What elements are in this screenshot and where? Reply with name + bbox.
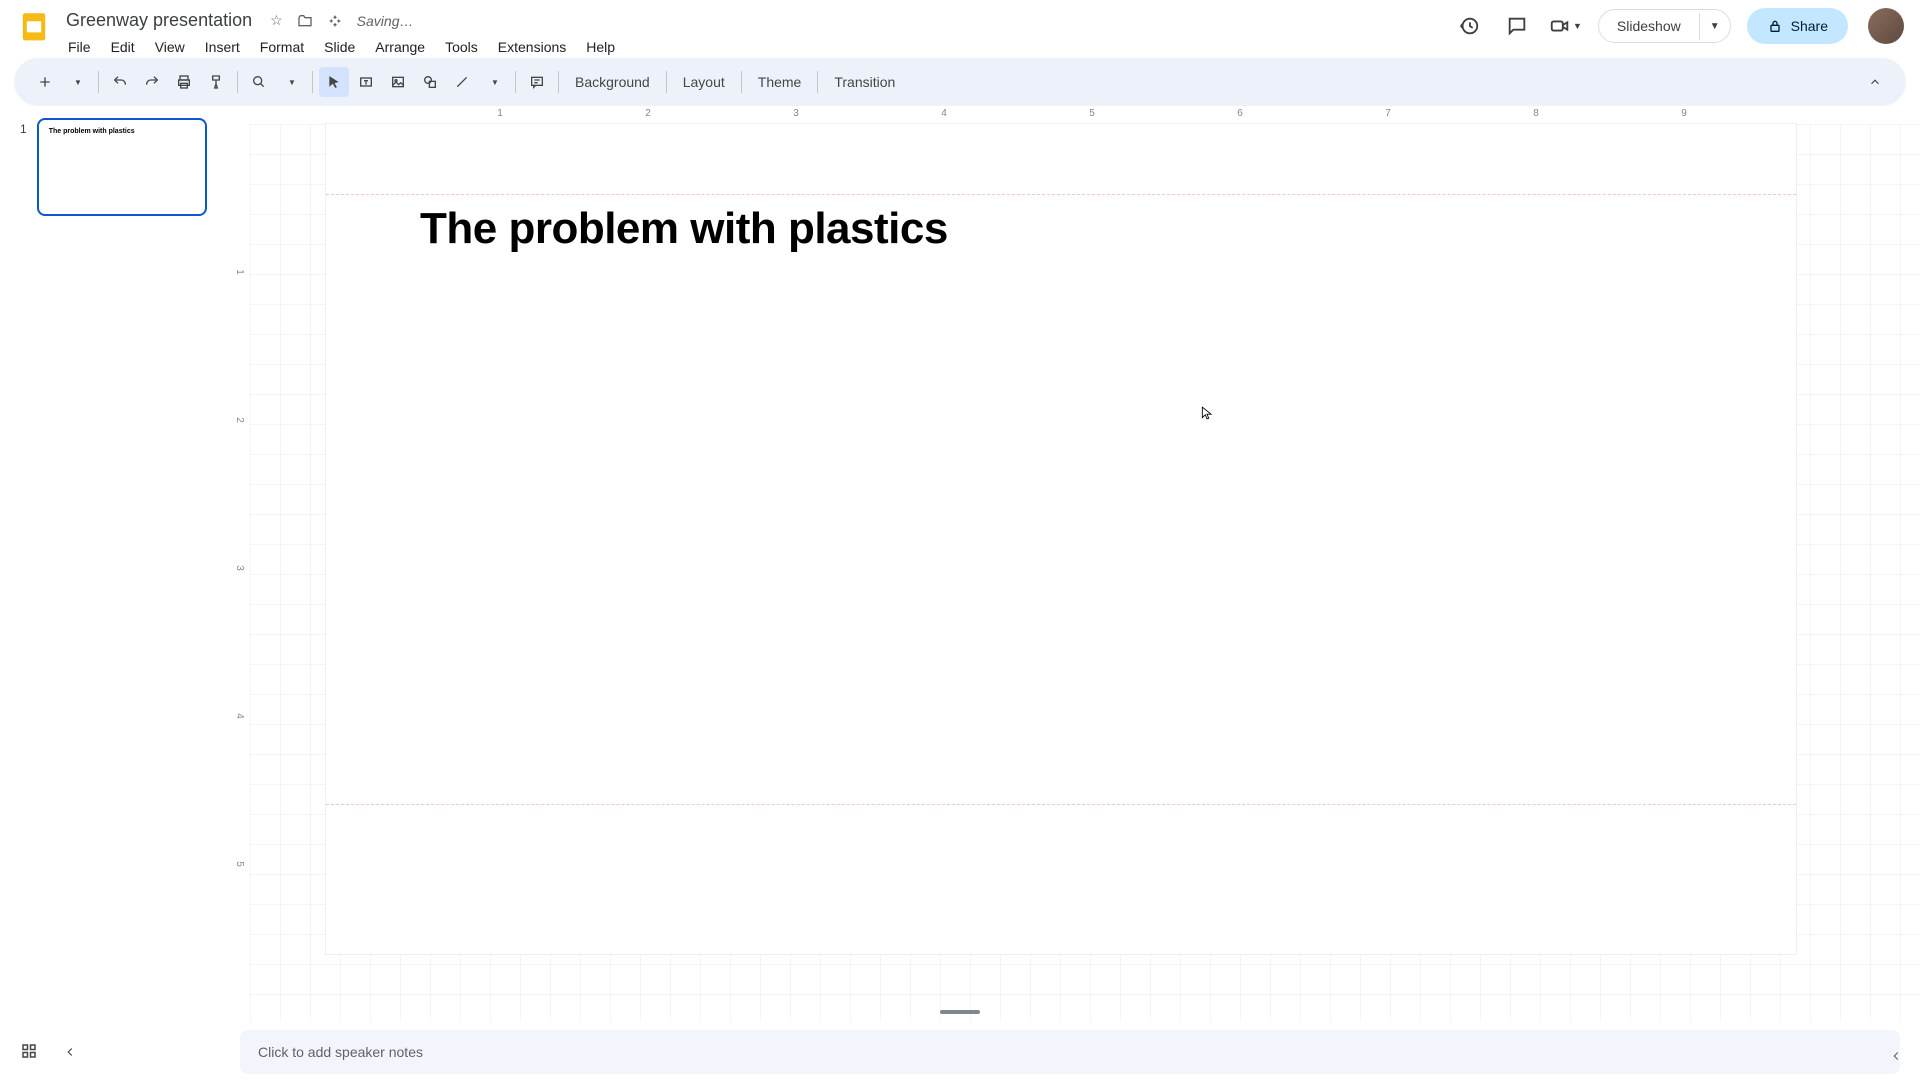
document-title[interactable]: Greenway presentation bbox=[60, 8, 258, 33]
line-tool[interactable] bbox=[447, 67, 477, 97]
bottom-bar: Click to add speaker notes bbox=[0, 1022, 1920, 1082]
vertical-ruler[interactable]: 1 2 3 4 5 bbox=[230, 124, 250, 1022]
ruler-tick: 1 bbox=[497, 108, 503, 119]
background-button[interactable]: Background bbox=[565, 74, 660, 90]
meet-icon[interactable]: ▼ bbox=[1549, 10, 1582, 42]
select-tool[interactable] bbox=[319, 67, 349, 97]
margin-guide-bottom bbox=[326, 804, 1796, 805]
menu-extensions[interactable]: Extensions bbox=[490, 35, 574, 59]
thumbnail-title: The problem with plastics bbox=[49, 128, 195, 135]
undo-button[interactable] bbox=[105, 67, 135, 97]
menu-format[interactable]: Format bbox=[252, 35, 312, 59]
menu-slide[interactable]: Slide bbox=[316, 35, 363, 59]
menu-file[interactable]: File bbox=[60, 35, 99, 59]
explore-icon[interactable] bbox=[1882, 1042, 1910, 1070]
slide-title-text[interactable]: The problem with plastics bbox=[420, 204, 948, 254]
paint-format-button[interactable] bbox=[201, 67, 231, 97]
menu-edit[interactable]: Edit bbox=[103, 35, 143, 59]
thumbnail-number: 1 bbox=[20, 122, 27, 136]
theme-button[interactable]: Theme bbox=[748, 74, 812, 90]
ruler-tick: 1 bbox=[234, 269, 245, 275]
ruler-tick: 5 bbox=[1089, 108, 1095, 119]
toolbar: ▼ ▼ ▼ Background Layout Theme Transition bbox=[14, 58, 1906, 106]
chevron-left-icon[interactable] bbox=[60, 1042, 80, 1062]
title-area: Greenway presentation ☆ Saving… File Edi… bbox=[60, 8, 1453, 59]
ruler-tick: 2 bbox=[234, 417, 245, 423]
separator bbox=[558, 71, 559, 93]
ruler-tick: 2 bbox=[645, 108, 651, 119]
grid-view-icon[interactable] bbox=[20, 1042, 40, 1062]
header-bar: Greenway presentation ☆ Saving… File Edi… bbox=[0, 0, 1920, 56]
ruler-tick: 7 bbox=[1385, 108, 1391, 119]
print-button[interactable] bbox=[169, 67, 199, 97]
textbox-tool[interactable] bbox=[351, 67, 381, 97]
account-avatar[interactable] bbox=[1868, 8, 1904, 44]
shape-tool[interactable] bbox=[415, 67, 445, 97]
margin-guide-top bbox=[326, 194, 1796, 195]
slideshow-button-group: Slideshow ▼ bbox=[1598, 9, 1731, 43]
speaker-notes-input[interactable]: Click to add speaker notes bbox=[240, 1030, 1900, 1074]
menu-arrange[interactable]: Arrange bbox=[367, 35, 433, 59]
redo-button[interactable] bbox=[137, 67, 167, 97]
zoom-dropdown[interactable]: ▼ bbox=[276, 67, 306, 97]
move-icon[interactable] bbox=[297, 13, 313, 29]
slideshow-button[interactable]: Slideshow bbox=[1599, 10, 1699, 42]
ruler-tick: 4 bbox=[941, 108, 947, 119]
slideshow-dropdown[interactable]: ▼ bbox=[1699, 13, 1730, 40]
separator bbox=[237, 71, 238, 93]
comment-tool[interactable] bbox=[522, 67, 552, 97]
separator bbox=[515, 71, 516, 93]
slide-canvas[interactable]: The problem with plastics bbox=[326, 124, 1796, 954]
menu-bar: File Edit View Insert Format Slide Arran… bbox=[60, 35, 1453, 59]
menu-view[interactable]: View bbox=[147, 35, 193, 59]
menu-insert[interactable]: Insert bbox=[197, 35, 248, 59]
thumbnail-row: 1 The problem with plastics bbox=[20, 118, 210, 216]
separator bbox=[741, 71, 742, 93]
ruler-tick: 5 bbox=[234, 861, 245, 867]
ruler-tick: 4 bbox=[234, 713, 245, 719]
transition-button[interactable]: Transition bbox=[824, 74, 905, 90]
notes-resize-handle[interactable] bbox=[940, 1010, 980, 1014]
menu-help[interactable]: Help bbox=[578, 35, 623, 59]
ruler-tick: 9 bbox=[1681, 108, 1687, 119]
slides-logo[interactable] bbox=[16, 8, 52, 44]
cloud-status-icon[interactable] bbox=[327, 13, 343, 29]
horizontal-ruler[interactable]: 1 2 3 4 5 6 7 8 9 bbox=[250, 106, 1920, 124]
thumbnail-panel[interactable]: 1 The problem with plastics bbox=[0, 106, 230, 1022]
history-icon[interactable] bbox=[1453, 10, 1485, 42]
line-dropdown[interactable]: ▼ bbox=[479, 67, 509, 97]
ruler-tick: 3 bbox=[234, 565, 245, 571]
menu-tools[interactable]: Tools bbox=[437, 35, 486, 59]
save-status: Saving… bbox=[357, 13, 414, 29]
workspace: 1 The problem with plastics 1 2 3 4 5 6 … bbox=[0, 106, 1920, 1022]
separator bbox=[312, 71, 313, 93]
mouse-cursor-icon bbox=[1200, 404, 1214, 422]
zoom-button[interactable] bbox=[244, 67, 274, 97]
canvas-area[interactable]: 1 2 3 4 5 6 7 8 9 1 2 3 4 5 The problem … bbox=[230, 106, 1920, 1022]
share-label: Share bbox=[1791, 18, 1828, 34]
share-button[interactable]: Share bbox=[1747, 8, 1848, 44]
image-tool[interactable] bbox=[383, 67, 413, 97]
new-slide-button[interactable] bbox=[30, 67, 60, 97]
layout-button[interactable]: Layout bbox=[673, 74, 735, 90]
separator bbox=[666, 71, 667, 93]
star-icon[interactable]: ☆ bbox=[270, 12, 283, 29]
collapse-toolbar-icon[interactable] bbox=[1860, 67, 1890, 97]
ruler-tick: 8 bbox=[1533, 108, 1539, 119]
ruler-tick: 3 bbox=[793, 108, 799, 119]
new-slide-dropdown[interactable]: ▼ bbox=[62, 67, 92, 97]
header-right: ▼ Slideshow ▼ Share bbox=[1453, 8, 1904, 44]
separator bbox=[817, 71, 818, 93]
comments-icon[interactable] bbox=[1501, 10, 1533, 42]
slide-thumbnail[interactable]: The problem with plastics bbox=[37, 118, 207, 216]
lock-icon bbox=[1767, 18, 1783, 34]
separator bbox=[98, 71, 99, 93]
ruler-tick: 6 bbox=[1237, 108, 1243, 119]
